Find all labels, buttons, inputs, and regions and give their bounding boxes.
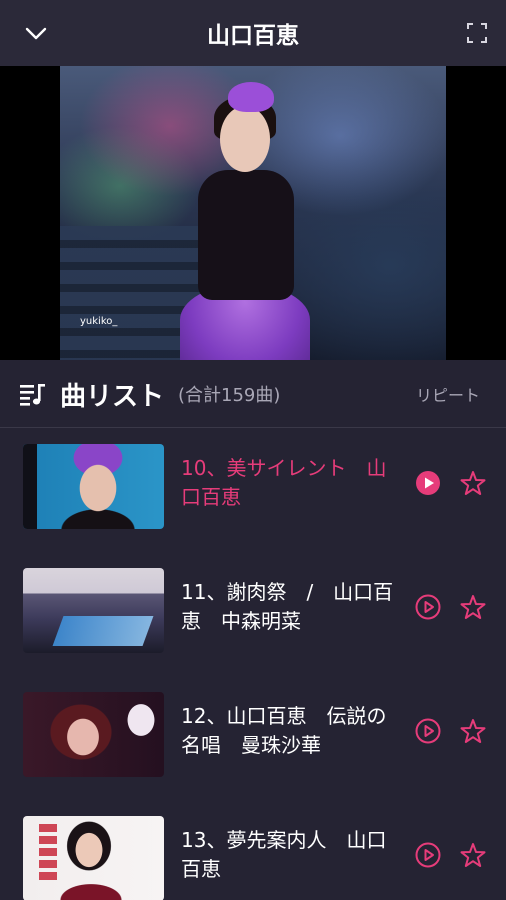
playlist-header: 曲リスト (合計159曲) リピート bbox=[0, 360, 506, 428]
track-thumbnail[interactable] bbox=[23, 568, 164, 653]
play-icon[interactable] bbox=[415, 842, 441, 868]
singer-body bbox=[198, 170, 294, 300]
video-frame[interactable]: yukiko_ bbox=[60, 66, 446, 360]
track-item[interactable]: 13、夢先案内人 山口百恵 bbox=[0, 798, 506, 900]
track-thumbnail[interactable] bbox=[23, 692, 164, 777]
track-title[interactable]: 10、美サイレント 山口百恵 bbox=[181, 454, 403, 512]
track-item[interactable]: 10、美サイレント 山口百恵 bbox=[0, 426, 506, 550]
track-thumbnail[interactable] bbox=[23, 444, 164, 529]
track-item[interactable]: 12、山口百恵 伝説の名唱 曼珠沙華 bbox=[0, 674, 506, 798]
star-icon[interactable] bbox=[460, 470, 486, 496]
top-bar: 山口百恵 bbox=[0, 0, 506, 66]
video-watermark: yukiko_ bbox=[80, 316, 118, 327]
play-icon[interactable] bbox=[415, 470, 441, 496]
star-icon[interactable] bbox=[460, 594, 486, 620]
playlist-icon bbox=[20, 382, 46, 406]
track-title[interactable]: 11、謝肉祭 / 山口百恵 中森明菜 bbox=[181, 578, 403, 636]
track-title[interactable]: 12、山口百恵 伝説の名唱 曼珠沙華 bbox=[181, 702, 403, 760]
page-title: 山口百恵 bbox=[207, 23, 299, 49]
track-title[interactable]: 13、夢先案内人 山口百恵 bbox=[181, 826, 403, 884]
star-icon[interactable] bbox=[460, 718, 486, 744]
track-count: (合計159曲) bbox=[178, 385, 281, 406]
singer-hat bbox=[228, 82, 274, 112]
track-item[interactable]: 11、謝肉祭 / 山口百恵 中森明菜 bbox=[0, 550, 506, 674]
play-icon[interactable] bbox=[415, 594, 441, 620]
video-player[interactable]: yukiko_ bbox=[0, 66, 506, 360]
star-icon[interactable] bbox=[460, 842, 486, 868]
repeat-button[interactable]: リピート bbox=[416, 374, 480, 414]
play-icon[interactable] bbox=[415, 718, 441, 744]
fullscreen-icon[interactable] bbox=[464, 20, 490, 46]
playlist-title: 曲リスト bbox=[60, 381, 165, 412]
singer-head bbox=[220, 106, 270, 172]
track-thumbnail[interactable] bbox=[23, 816, 164, 900]
